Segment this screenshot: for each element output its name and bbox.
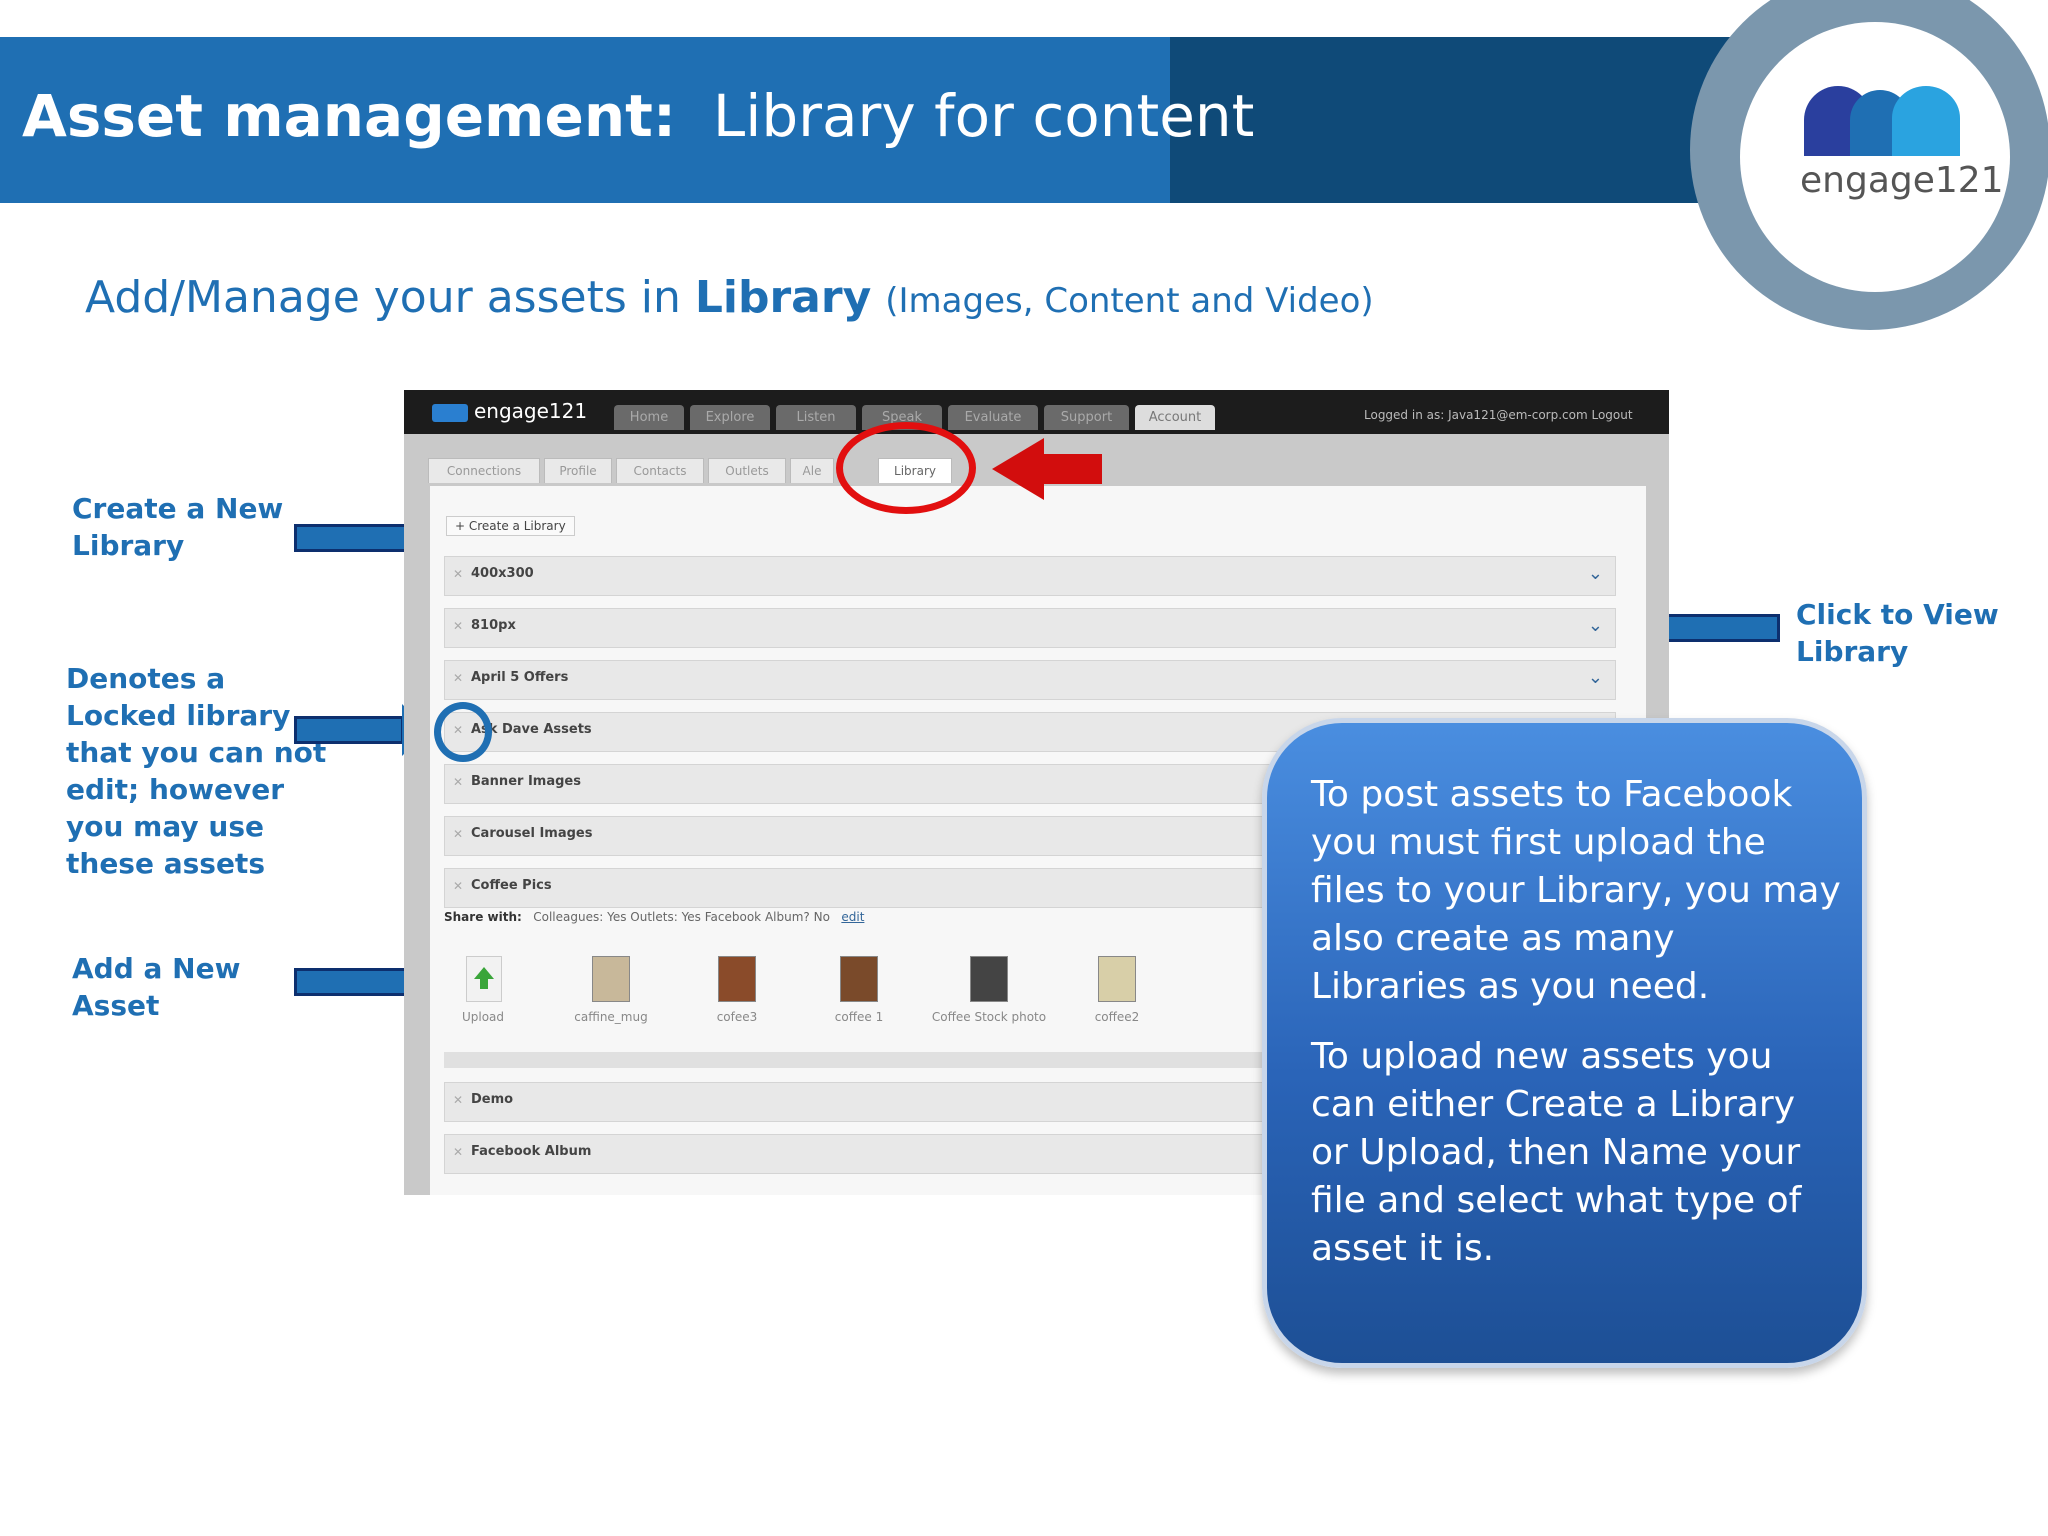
slide-subtitle: Add/Manage your assets in Library (Image…	[85, 272, 1374, 323]
app-logo-icon	[432, 404, 468, 422]
highlight-circle-library-tab	[836, 422, 976, 514]
delete-icon[interactable]: ✕	[453, 671, 463, 685]
library-name: Demo	[471, 1092, 514, 1107]
annotation-line: you may use	[66, 810, 264, 843]
create-library-button[interactable]: + Create a Library	[446, 516, 575, 536]
asset-thumbnail[interactable]	[1098, 956, 1136, 1002]
upload-asset-button[interactable]	[466, 956, 502, 1002]
annotation-line: edit; however	[66, 773, 285, 806]
arrow-view-library-shaft	[1650, 614, 1780, 642]
annotation-view-library: Click to View Library	[1796, 596, 1999, 670]
asset-thumbnail[interactable]	[718, 956, 756, 1002]
annotation-line: Library	[1796, 635, 1909, 668]
highlight-ring-lock	[434, 702, 492, 762]
annotation-line: Click to View	[1796, 598, 1999, 631]
chevron-down-icon[interactable]: ⌄	[1588, 615, 1603, 636]
asset-label: coffee2	[1094, 1010, 1140, 1024]
delete-icon[interactable]: ✕	[453, 567, 463, 581]
asset-thumbnail[interactable]	[592, 956, 630, 1002]
annotation-add-asset: Add a New Asset	[72, 950, 240, 1024]
callout-paragraph-1: To post assets to Facebook you must firs…	[1311, 774, 1841, 1007]
subtab-outlets[interactable]: Outlets	[708, 458, 786, 483]
library-name: 810px	[471, 618, 516, 633]
delete-icon[interactable]: ✕	[453, 827, 463, 841]
asset-thumbnail[interactable]	[970, 956, 1008, 1002]
delete-icon[interactable]: ✕	[453, 1145, 463, 1159]
info-callout: To post assets to Facebook you must firs…	[1262, 718, 1867, 1368]
asset-label: Coffee Stock photo	[931, 1010, 1047, 1024]
callout-text: To post assets to Facebook you must firs…	[1311, 771, 1841, 1295]
annotation-line: Library	[72, 529, 185, 562]
subtab-profile[interactable]: Profile	[544, 458, 612, 483]
asset-label: Upload	[461, 1010, 505, 1024]
subtitle-pre: Add/Manage your assets in	[85, 272, 681, 323]
red-arrow-shaft	[1040, 454, 1102, 484]
app-logo-text: engage121	[474, 399, 588, 423]
red-arrow-head	[992, 438, 1044, 500]
annotation-line: Add a New	[72, 952, 241, 985]
asset-label: caffine_mug	[574, 1010, 648, 1024]
slide-title-rest: Library for content	[712, 82, 1255, 150]
delete-icon[interactable]: ✕	[453, 775, 463, 789]
topnav-support[interactable]: Support	[1044, 405, 1129, 430]
annotation-create-library: Create a New Library	[72, 490, 283, 564]
asset-label: coffee 1	[834, 1010, 884, 1024]
asset-label: cofee3	[716, 1010, 758, 1024]
logo-wordmark: engage121	[1800, 160, 2004, 201]
topnav-account[interactable]: Account	[1135, 405, 1215, 430]
annotation-line: Create a New	[72, 492, 284, 525]
subtitle-paren: (Images, Content and Video)	[885, 281, 1374, 321]
engage121-logo-icon	[1804, 86, 1960, 156]
upload-icon	[474, 967, 494, 989]
chevron-down-icon[interactable]: ⌄	[1588, 563, 1603, 584]
annotation-line: Asset	[72, 989, 160, 1022]
login-status[interactable]: Logged in as: Java121@em-corp.com Logout	[1364, 408, 1633, 422]
subtab-alerts[interactable]: Ale	[790, 458, 834, 483]
slide-title-bold: Asset management:	[22, 82, 677, 150]
subtab-contacts[interactable]: Contacts	[616, 458, 704, 483]
library-name: Carousel Images	[471, 826, 593, 841]
edit-share-link[interactable]: edit	[841, 910, 864, 924]
annotation-line: Locked library	[66, 699, 291, 732]
subtab-connections[interactable]: Connections	[428, 458, 540, 483]
library-name: Facebook Album	[471, 1144, 592, 1159]
callout-paragraph-2: To upload new assets you can either Crea…	[1311, 1036, 1802, 1269]
annotation-line: that you can not	[66, 736, 327, 769]
chevron-down-icon[interactable]: ⌄	[1588, 667, 1603, 688]
library-name: 400x300	[471, 566, 534, 581]
topnav-explore[interactable]: Explore	[690, 405, 770, 430]
library-row[interactable]: ✕ April 5 Offers ⌄	[444, 660, 1616, 700]
annotation-locked-library: Denotes a Locked library that you can no…	[66, 660, 326, 882]
library-row[interactable]: ✕ 400x300 ⌄	[444, 556, 1616, 596]
library-name: Banner Images	[471, 774, 581, 789]
share-settings: Share with: Colleagues: Yes Outlets: Yes…	[444, 910, 864, 924]
share-with-label: Share with:	[444, 910, 522, 924]
topnav-home[interactable]: Home	[614, 405, 684, 430]
library-name: April 5 Offers	[471, 670, 569, 685]
asset-thumbnail[interactable]	[840, 956, 878, 1002]
topnav-listen[interactable]: Listen	[776, 405, 856, 430]
library-name: Coffee Pics	[471, 878, 552, 893]
slide-title: Asset management: Library for content	[22, 82, 1254, 150]
delete-icon[interactable]: ✕	[453, 619, 463, 633]
share-with-values: Colleagues: Yes Outlets: Yes Facebook Al…	[533, 910, 830, 924]
topnav-evaluate[interactable]: Evaluate	[948, 405, 1038, 430]
library-row[interactable]: ✕ 810px ⌄	[444, 608, 1616, 648]
annotation-line: Denotes a	[66, 662, 226, 695]
delete-icon[interactable]: ✕	[453, 879, 463, 893]
arrow-locked-library-shaft	[294, 716, 404, 744]
annotation-line: these assets	[66, 847, 265, 880]
delete-icon[interactable]: ✕	[453, 1093, 463, 1107]
subtitle-bold: Library	[694, 272, 872, 323]
